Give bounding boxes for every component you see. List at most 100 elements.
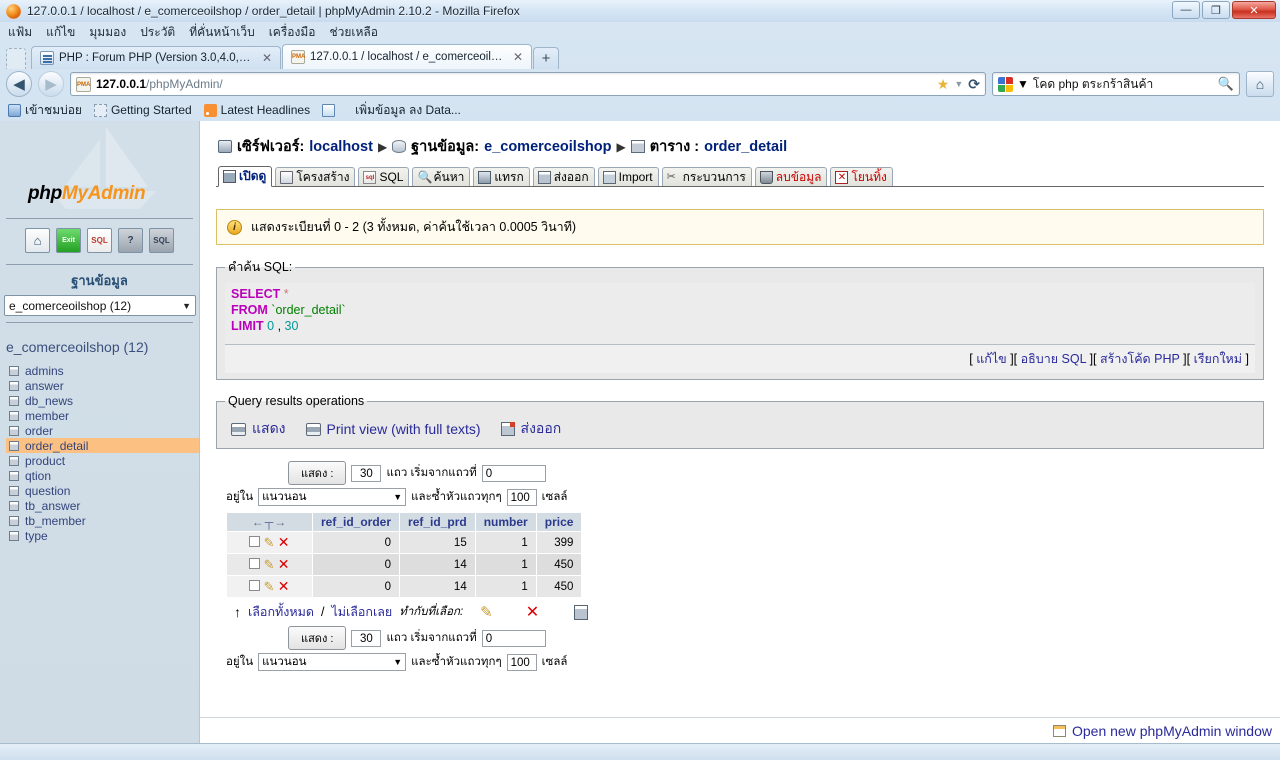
search-engine-caret-icon[interactable]: ▼ [1017, 77, 1029, 91]
tab-search[interactable]: 🔍ค้นหา [412, 167, 470, 186]
select-all-link[interactable]: เลือกทั้งหมด [248, 602, 314, 622]
open-new-window-link[interactable]: Open new phpMyAdmin window [1072, 723, 1272, 739]
tab-structure[interactable]: โครงสร้าง [275, 167, 355, 186]
sidebar-table-type[interactable]: type [6, 528, 199, 543]
row-checkbox[interactable] [249, 558, 260, 569]
column-header-price[interactable]: price [536, 513, 582, 532]
direction-select-bottom[interactable]: แนวนอน▼ [258, 653, 406, 671]
sidebar-table-order_detail[interactable]: order_detail [6, 438, 199, 453]
sidebar-table-member[interactable]: member [6, 408, 199, 423]
unselect-all-link[interactable]: ไม่เลือกเลย [331, 602, 392, 622]
direction-select-top[interactable]: แนวนอน▼ [258, 488, 406, 506]
link-create-php-code[interactable]: สร้างโค้ด PHP [1100, 352, 1180, 366]
export-icon[interactable] [574, 605, 588, 620]
tab-empty[interactable]: ลบข้อมูล [755, 167, 828, 186]
browser-tab-php-forum[interactable]: PHP : Forum PHP (Version 3.0,4.0,5.0)...… [31, 46, 281, 69]
breadcrumb-db-value[interactable]: e_comerceoilshop [484, 139, 611, 155]
menu-item-edit[interactable]: แก้ไข [46, 23, 75, 42]
breadcrumb-server-value[interactable]: localhost [309, 139, 373, 155]
tab-export[interactable]: ส่งออก [533, 167, 595, 186]
link-refresh[interactable]: เรียกใหม่ [1194, 352, 1242, 366]
search-bar[interactable]: ▼ โคด php ตระกร้าสินค้า 🔍 [992, 72, 1240, 96]
bookmark-most-visited[interactable]: เข้าชมบ่อย [8, 101, 82, 120]
browser-tab-phpmyadmin[interactable]: PMA 127.0.0.1 / localhost / e_comerceoil… [282, 44, 532, 69]
rows-input-top[interactable]: 30 [351, 465, 381, 482]
repeat-input-top[interactable]: 100 [507, 489, 537, 506]
minimize-button[interactable]: — [1172, 1, 1200, 19]
column-header-ref_id_prd[interactable]: ref_id_prd [400, 513, 476, 532]
exit-icon[interactable]: Exit [56, 228, 81, 253]
sidebar-table-tb_member[interactable]: tb_member [6, 513, 199, 528]
delete-icon[interactable]: ✕ [278, 534, 290, 550]
help-icon[interactable]: ? [118, 228, 143, 253]
bookmark-getting-started[interactable]: Getting Started [94, 103, 192, 117]
edit-icon[interactable]: ✎ [264, 557, 275, 572]
database-select[interactable]: e_comerceoilshop (12) ▼ [4, 295, 196, 316]
show-button-bottom[interactable]: แสดง : [288, 626, 346, 650]
tab-drop[interactable]: ✕โยนทิ้ง [830, 167, 892, 186]
link-edit[interactable]: แก้ไข [976, 352, 1006, 366]
repeat-input-bottom[interactable]: 100 [507, 654, 537, 671]
home-button[interactable]: ⌂ [1246, 71, 1274, 97]
bookmark-star-icon[interactable]: ★ [937, 76, 950, 93]
edit-icon[interactable]: ✎ [264, 535, 275, 550]
tab-browse[interactable]: เปิดดู [218, 166, 272, 187]
address-bar[interactable]: PMA 127.0.0.1/phpMyAdmin/ ★ ▼ ⟳ [70, 72, 986, 96]
search-icon[interactable]: 🔍 [1218, 76, 1234, 92]
tab-operations[interactable]: ✂กระบวนการ [662, 167, 752, 186]
restore-button[interactable]: ❐ [1202, 1, 1230, 19]
edit-icon[interactable]: ✎ [264, 579, 275, 594]
sidebar-table-qtion[interactable]: qtion [6, 468, 199, 483]
sql-icon[interactable]: SQL [87, 228, 112, 253]
start-row-input-bottom[interactable]: 0 [482, 630, 546, 647]
search-input[interactable]: โคด php ตระกร้าสินค้า [1033, 75, 1214, 94]
sidebar-table-tb_answer[interactable]: tb_answer [6, 498, 199, 513]
sidebar-table-question[interactable]: question [6, 483, 199, 498]
tab-insert[interactable]: แทรก [473, 167, 529, 186]
rows-input-bottom[interactable]: 30 [351, 630, 381, 647]
sidebar-table-product[interactable]: product [6, 453, 199, 468]
sidebar-table-admins[interactable]: admins [6, 363, 199, 378]
home-icon[interactable]: ⌂ [25, 228, 50, 253]
edit-icon[interactable]: ✎ [480, 603, 493, 621]
link-print[interactable]: แสดง [231, 418, 286, 440]
delete-icon[interactable]: ✕ [526, 602, 539, 622]
reload-icon[interactable]: ⟳ [968, 76, 980, 93]
menu-item-tools[interactable]: เครื่องมือ [269, 23, 316, 42]
link-export[interactable]: ส่งออก [501, 418, 562, 440]
row-checkbox[interactable] [249, 536, 260, 547]
column-header-number[interactable]: number [475, 513, 536, 532]
menu-item-view[interactable]: มุมมอง [89, 23, 126, 42]
tab-close-icon[interactable]: ✕ [511, 50, 523, 64]
sidebar-table-answer[interactable]: answer [6, 378, 199, 393]
close-button[interactable]: ✕ [1232, 1, 1276, 19]
chevron-down-icon[interactable]: ▼ [954, 79, 963, 89]
breadcrumb-table-value[interactable]: order_detail [704, 139, 787, 155]
back-button[interactable]: ◀ [6, 71, 32, 97]
bookmark-add-data[interactable]: เพิ่มข้อมูล ลง Data... [322, 101, 461, 120]
menu-item-help[interactable]: ช่วยเหลือ [329, 23, 378, 42]
sidebar-table-db_news[interactable]: db_news [6, 393, 199, 408]
new-tab-button[interactable]: + [533, 47, 559, 69]
tab-import[interactable]: Import [598, 167, 659, 186]
bookmark-latest-headlines[interactable]: Latest Headlines [204, 103, 310, 117]
delete-icon[interactable]: ✕ [278, 556, 290, 572]
delete-icon[interactable]: ✕ [278, 578, 290, 594]
menu-item-bookmarks[interactable]: ที่คั่นหน้าเว็บ [189, 23, 254, 42]
tab-close-icon[interactable]: ✕ [260, 51, 272, 65]
menu-item-file[interactable]: แฟ้ม [8, 23, 32, 42]
row-checkbox[interactable] [249, 580, 260, 591]
column-header-ref_id_order[interactable]: ref_id_order [313, 513, 400, 532]
tab-sql[interactable]: sqlSQL [358, 167, 409, 186]
forward-button[interactable]: ▶ [38, 71, 64, 97]
link-print-view-full[interactable]: Print view (with full texts) [306, 421, 481, 437]
sort-arrows-icon[interactable]: ←┬→ [252, 515, 288, 529]
query-results-links: แสดง Print view (with full texts) ส่งออก [225, 414, 1255, 442]
menu-item-history[interactable]: ประวัติ [140, 23, 175, 42]
sql-query-icon[interactable]: SQL [149, 228, 174, 253]
breadcrumb-server-label: เซิร์ฟเวอร์: [237, 135, 304, 158]
start-row-input-top[interactable]: 0 [482, 465, 546, 482]
sidebar-table-order[interactable]: order [6, 423, 199, 438]
link-explain-sql[interactable]: อธิบาย SQL [1021, 352, 1086, 366]
show-button-top[interactable]: แสดง : [288, 461, 346, 485]
